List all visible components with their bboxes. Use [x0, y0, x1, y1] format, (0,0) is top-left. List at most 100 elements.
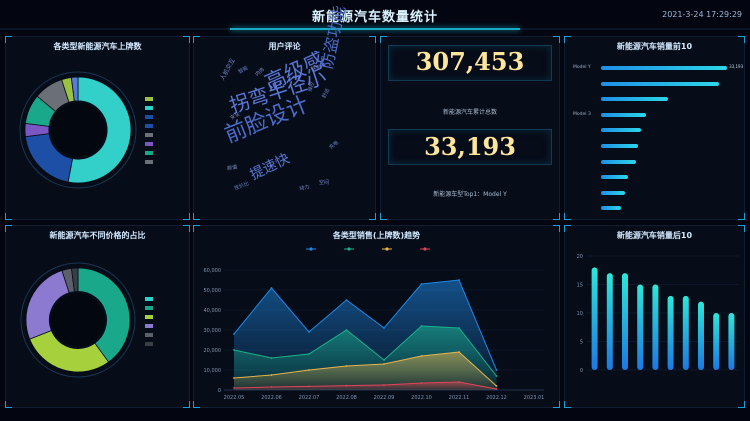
- total-kpi-caption: 新能源汽车累计总数: [442, 109, 497, 116]
- legend-item[interactable]: [145, 341, 156, 347]
- legend-swatch: [145, 105, 153, 110]
- data-point: [233, 349, 235, 351]
- trend-legend-item[interactable]: [382, 247, 392, 251]
- vbar[interactable]: [667, 295, 674, 370]
- hbar-track: [601, 97, 732, 102]
- hbar-track: [601, 175, 732, 180]
- trend-legend-item[interactable]: [420, 247, 430, 251]
- data-point: [383, 327, 385, 329]
- data-point: [345, 384, 348, 387]
- hbar-bar: [601, 144, 639, 148]
- data-point: [420, 355, 423, 357]
- data-point: [233, 387, 235, 389]
- legend-item[interactable]: [145, 96, 156, 102]
- x-tick-label: 2022.09: [374, 395, 395, 401]
- hbar-row[interactable]: [573, 158, 732, 166]
- y-tick-label: 0: [580, 368, 583, 374]
- legend-item[interactable]: [145, 132, 156, 138]
- legend-swatch: [145, 341, 153, 346]
- vbar[interactable]: [713, 313, 720, 370]
- hbar-row[interactable]: [573, 95, 732, 103]
- sales-bottom-chart: 0 5 10 15 20: [577, 254, 739, 374]
- hbar-row[interactable]: Model Y 33,193: [573, 64, 743, 72]
- data-point: [308, 331, 310, 333]
- hbar-track: [601, 159, 732, 164]
- legend-item[interactable]: [145, 323, 156, 329]
- dashboard-header: 新能源汽车数量统计 2021-3-24 17:29:29: [0, 0, 750, 32]
- cloud-word: 空间: [319, 180, 330, 186]
- y-tick-label: 10,000: [204, 368, 222, 374]
- x-tick-label: 2022.05: [224, 395, 245, 401]
- data-point: [495, 385, 498, 387]
- legend-swatch: [145, 150, 153, 155]
- cloud-word: 颜值: [226, 164, 238, 172]
- legend-swatch: [145, 96, 153, 101]
- hbar-track: [601, 81, 732, 86]
- hbar-row[interactable]: Model 3: [573, 111, 732, 119]
- data-point: [233, 377, 235, 379]
- data-point: [420, 382, 423, 384]
- hbar-bar: [601, 175, 628, 180]
- cloud-word: 提速快: [247, 150, 293, 184]
- data-point: [233, 333, 235, 335]
- vbar[interactable]: [698, 301, 704, 370]
- x-tick-label: 2022.12: [486, 395, 507, 401]
- vbar[interactable]: [652, 284, 659, 371]
- sales-top-title: 新能源汽车销量前10: [616, 42, 693, 51]
- legend-item[interactable]: [145, 114, 156, 120]
- hbar-bar: [601, 128, 641, 133]
- legend-item[interactable]: [145, 123, 156, 129]
- trend-chart: 0 10,000 20,000 30,000 40,000 50,000 60,000 202…: [204, 247, 544, 401]
- hbar-row[interactable]: [573, 173, 732, 181]
- y-tick-label: 50,000: [204, 288, 222, 294]
- legend-item[interactable]: [145, 159, 156, 165]
- data-point: [270, 287, 273, 289]
- vbar[interactable]: [682, 295, 689, 370]
- hbar-track: [601, 112, 732, 117]
- data-point: [383, 384, 385, 386]
- legend-swatch: [145, 314, 153, 319]
- trend-panel: 各类型销售(上牌数)趋势 0 10,000 20,000 30,000 40,000 50…: [193, 225, 560, 408]
- wordcloud: 高级感 防盗功能 拐弯半径小 前脸设计 提速快 人机交互 续航 颜值 空间 智能 内饰 舒适 操控 安全性…: [194, 4, 377, 221]
- legend-item[interactable]: [145, 332, 156, 338]
- data-point: [458, 381, 460, 383]
- legend-item[interactable]: [145, 305, 156, 311]
- vbar[interactable]: [622, 273, 628, 370]
- vbar[interactable]: [728, 313, 735, 370]
- trend-legend-item[interactable]: [344, 247, 354, 251]
- page-title: 新能源汽车数量统计: [311, 10, 438, 25]
- vbar[interactable]: [591, 267, 598, 370]
- legend-item[interactable]: [145, 296, 156, 302]
- legend-swatch: [145, 114, 153, 119]
- data-point: [383, 359, 385, 361]
- hbar-row[interactable]: [573, 189, 732, 197]
- hbar-row[interactable]: [573, 204, 732, 212]
- cloud-word: 性价比: [233, 180, 250, 192]
- hbar-row[interactable]: [573, 80, 732, 88]
- data-point: [345, 365, 348, 367]
- x-tick-label: 2022.11: [449, 395, 470, 401]
- data-point: [495, 388, 498, 390]
- legend-swatch: [145, 159, 153, 164]
- legend-item[interactable]: [145, 141, 156, 147]
- cloud-word: 充电: [328, 139, 340, 151]
- data-point: [270, 374, 273, 376]
- cloud-word: 人机交互: [219, 57, 237, 82]
- data-point: [308, 353, 310, 355]
- hbar-row[interactable]: [573, 142, 732, 150]
- legend-item[interactable]: [145, 314, 156, 320]
- data-point: [495, 369, 498, 371]
- data-point: [308, 369, 310, 371]
- hbar-row[interactable]: [573, 126, 732, 134]
- hbar-category-label: Model Y: [573, 65, 591, 70]
- data-point: [420, 325, 423, 327]
- legend-item[interactable]: [145, 105, 156, 111]
- vbar[interactable]: [637, 284, 644, 371]
- header-divider-glow: [230, 28, 520, 30]
- trend-legend-item[interactable]: [306, 247, 316, 251]
- vbar[interactable]: [606, 273, 613, 370]
- legend-item[interactable]: [145, 150, 156, 156]
- kpi-panel: 307,453 新能源汽车累计总数 33,193 新能源车型Top1：Model…: [380, 36, 560, 220]
- hbar-bar: [601, 159, 636, 164]
- data-point: [270, 357, 273, 359]
